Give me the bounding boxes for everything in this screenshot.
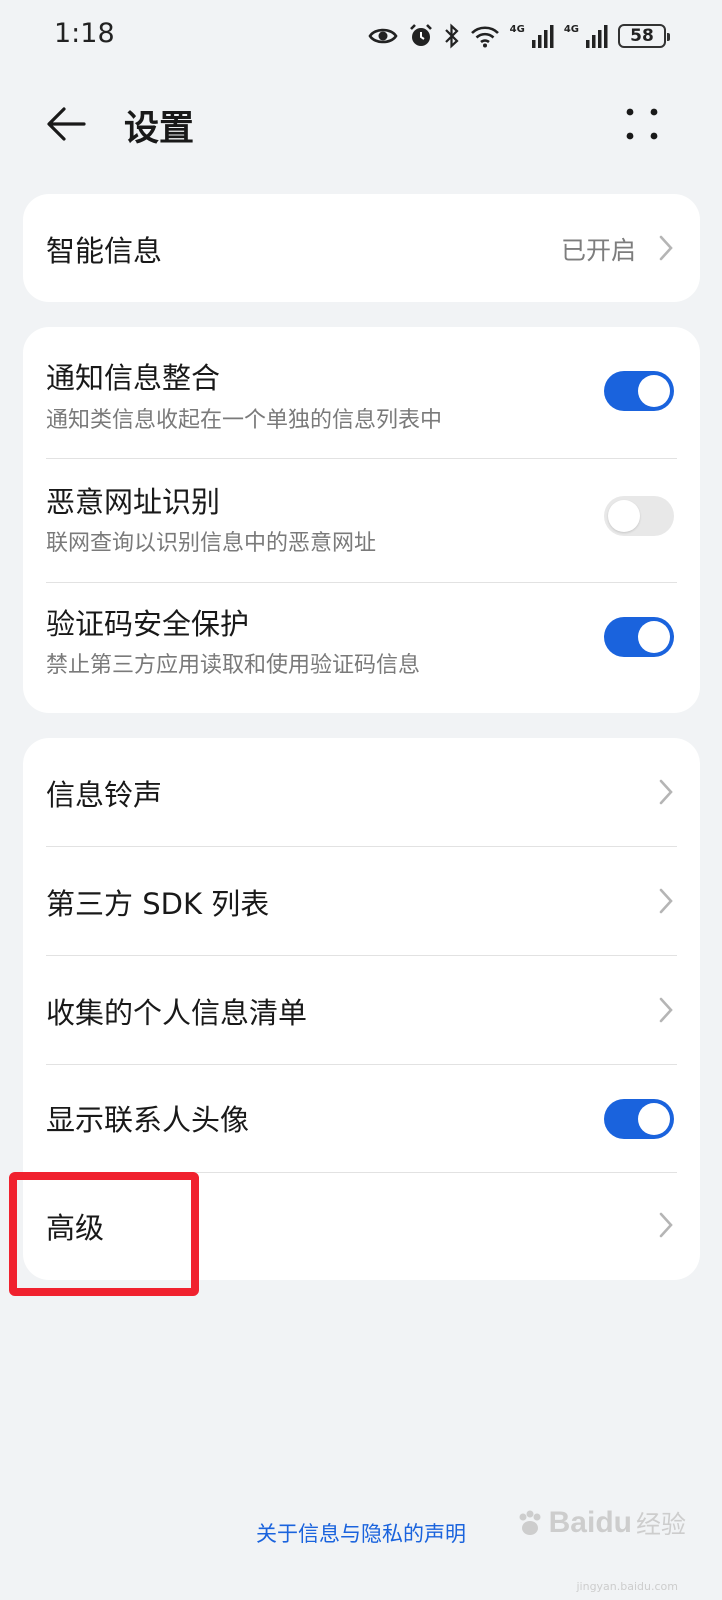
battery-level: 58 [630, 26, 654, 46]
sdk-list-label: 第三方 SDK 列表 [46, 887, 270, 921]
status-time: 1:18 [54, 18, 115, 49]
status-bar: 1:18 4G 4G 58 [0, 0, 722, 72]
sdk-list-row[interactable]: 第三方 SDK 列表 [23, 847, 700, 955]
personal-info-row[interactable]: 收集的个人信息清单 [23, 956, 700, 1064]
app-header: 设置 [0, 88, 722, 160]
notification-merge-title: 通知信息整合 [46, 361, 221, 395]
ringtone-row[interactable]: 信息铃声 [23, 738, 700, 846]
page-title: 设置 [124, 109, 195, 149]
smart-info-value: 已开启 [560, 236, 636, 265]
back-button[interactable] [44, 102, 92, 146]
more-options-button[interactable] [624, 104, 660, 144]
alarm-icon [409, 24, 432, 46]
notification-merge-subtitle: 通知类信息收起在一个单独的信息列表中 [46, 408, 443, 433]
chevron-right-icon [659, 888, 673, 914]
verification-code-toggle[interactable] [604, 617, 674, 657]
paw-logo-icon [519, 1510, 541, 1535]
show-avatar-toggle[interactable] [604, 1099, 674, 1139]
baidu-watermark: Baidu 经验 [515, 1505, 686, 1541]
chevron-right-icon [659, 779, 673, 805]
notification-merge-row[interactable]: 通知信息整合 通知类信息收起在一个单独的信息列表中 [23, 327, 700, 457]
chevron-right-icon [659, 997, 673, 1023]
malicious-url-title: 恶意网址识别 [46, 485, 221, 519]
verification-code-row[interactable]: 验证码安全保护 禁止第三方应用读取和使用验证码信息 [23, 583, 700, 713]
verification-code-title: 验证码安全保护 [46, 607, 250, 641]
watermark-url: jingyan.baidu.com [576, 1580, 678, 1593]
smart-info-label: 智能信息 [46, 234, 163, 268]
watermark-brand: Baidu [548, 1506, 632, 1539]
advanced-row[interactable]: 高级 [23, 1173, 700, 1280]
advanced-label: 高级 [46, 1211, 105, 1245]
show-avatar-row[interactable]: 显示联系人头像 [23, 1065, 700, 1172]
back-arrow-icon [47, 107, 86, 141]
status-icons: 4G 4G 58 [368, 20, 670, 52]
malicious-url-subtitle: 联网查询以识别信息中的恶意网址 [46, 531, 377, 556]
toggle-settings-card: 通知信息整合 通知类信息收起在一个单独的信息列表中 恶意网址识别 联网查询以识别… [23, 327, 700, 713]
ringtone-label: 信息铃声 [46, 778, 163, 812]
smart-info-row[interactable]: 智能信息 已开启 [23, 194, 700, 302]
malicious-url-toggle[interactable] [604, 496, 674, 536]
menu-card: 信息铃声 第三方 SDK 列表 收集的个人信息清单 显示联系人头像 高级 [23, 738, 700, 1280]
wifi-icon [470, 26, 499, 48]
chevron-right-icon [659, 1212, 673, 1238]
smart-info-card: 智能信息 已开启 [23, 194, 700, 302]
more-dots-icon [626, 108, 658, 140]
chevron-right-icon [659, 235, 673, 261]
watermark-cn: 经验 [635, 1510, 686, 1539]
network-label: 4G [509, 23, 525, 35]
notification-merge-toggle[interactable] [604, 371, 674, 411]
verification-code-subtitle: 禁止第三方应用读取和使用验证码信息 [46, 653, 421, 678]
signal-icon-2 [586, 25, 608, 48]
bluetooth-icon [444, 23, 459, 49]
personal-info-label: 收集的个人信息清单 [46, 996, 308, 1030]
signal-icon [531, 25, 554, 48]
network-label-2: 4G [563, 23, 579, 35]
eye-icon [368, 28, 398, 44]
malicious-url-row[interactable]: 恶意网址识别 联网查询以识别信息中的恶意网址 [23, 459, 700, 582]
battery-indicator: 58 [618, 24, 670, 48]
show-avatar-label: 显示联系人头像 [46, 1103, 250, 1137]
